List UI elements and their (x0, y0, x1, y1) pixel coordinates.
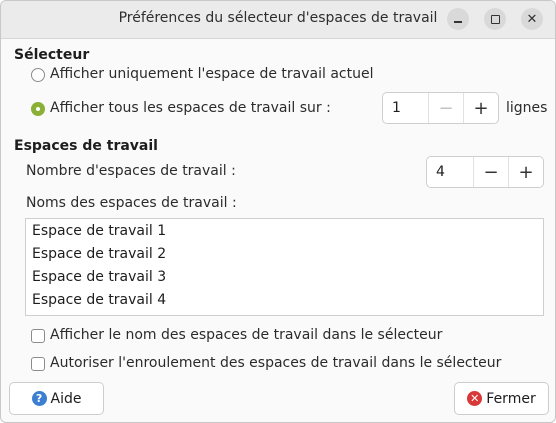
show-names-label[interactable]: Afficher le nom des espaces de travail d… (50, 327, 442, 343)
radio-current-workspace-label[interactable]: Afficher uniquement l'espace de travail … (50, 66, 373, 82)
rows-increment-button[interactable]: + (463, 93, 498, 123)
window-close-icon: ✕ (526, 11, 538, 27)
wrap-label[interactable]: Autoriser l'enroulement des espaces de t… (50, 355, 501, 371)
rows-decrement-button[interactable]: − (428, 93, 463, 123)
radio-all-workspaces-label[interactable]: Afficher tous les espaces de travail sur… (50, 100, 331, 116)
close-button-label: Fermer (486, 390, 536, 407)
rows-unit-label: lignes (506, 100, 548, 116)
workspace-count-increment-button[interactable]: + (508, 157, 543, 187)
list-item[interactable]: Espace de travail 1 (32, 223, 166, 239)
workspaces-heading: Espaces de travail (14, 138, 158, 154)
rows-value[interactable]: 1 (383, 93, 428, 123)
minimize-button[interactable] (447, 8, 469, 30)
workspace-count-value[interactable]: 4 (427, 157, 473, 187)
help-button-label: Aide (50, 390, 82, 407)
wrap-checkbox[interactable] (31, 357, 45, 371)
workspace-count-spinbutton: 4 − + (426, 156, 544, 188)
workspace-count-label: Nombre d'espaces de travail : (26, 163, 236, 179)
workspace-names-label: Noms des espaces de travail : (26, 195, 237, 211)
workspace-names-list[interactable]: Espace de travail 1 Espace de travail 2 … (25, 218, 544, 316)
close-icon: ✕ (467, 391, 483, 406)
window-title: Préférences du sélecteur d'espaces de tr… (118, 10, 438, 26)
list-item[interactable]: Espace de travail 2 (32, 246, 166, 262)
rows-spinbutton: 1 − + (382, 92, 499, 124)
selector-heading: Sélecteur (14, 47, 90, 63)
minimize-icon (454, 20, 462, 23)
close-button[interactable]: ✕ Fermer (454, 382, 549, 415)
help-button[interactable]: ? Aide (9, 382, 104, 415)
maximize-icon (490, 14, 500, 24)
list-item[interactable]: Espace de travail 3 (32, 269, 166, 285)
radio-current-workspace[interactable] (31, 68, 45, 82)
list-item[interactable]: Espace de travail 4 (32, 292, 166, 308)
help-icon: ? (31, 391, 47, 406)
title-bar: Préférences du sélecteur d'espaces de tr… (1, 1, 555, 39)
window-close-button[interactable]: ✕ (521, 8, 543, 30)
preferences-window: Préférences du sélecteur d'espaces de tr… (0, 0, 556, 423)
radio-all-workspaces[interactable] (31, 102, 45, 116)
workspace-count-decrement-button[interactable]: − (473, 157, 508, 187)
maximize-button[interactable] (484, 8, 506, 30)
show-names-checkbox[interactable] (31, 329, 45, 343)
